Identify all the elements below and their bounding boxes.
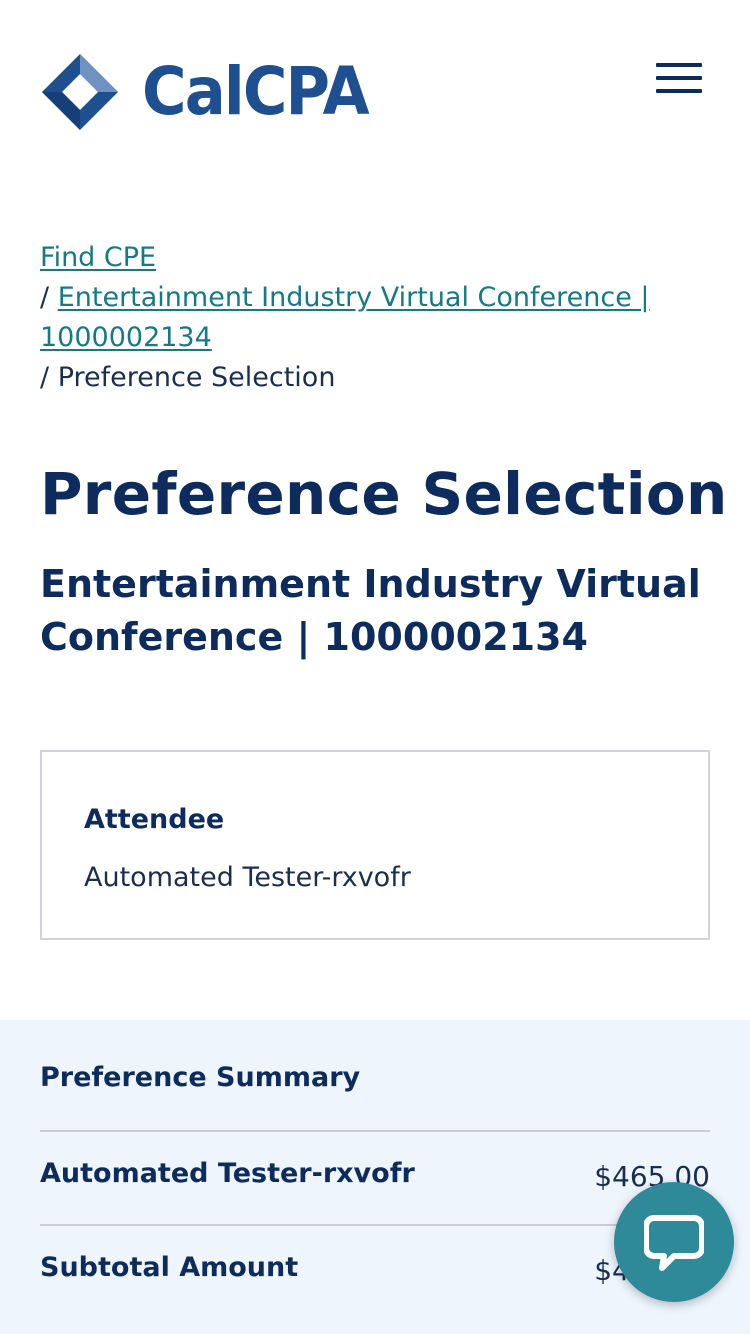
attendee-name: Automated Tester-rxvofr: [84, 862, 411, 893]
event-title: Entertainment Industry Virtual Conferenc…: [40, 562, 701, 659]
summary-row-attendee-label: Automated Tester-rxvofr: [40, 1158, 415, 1189]
breadcrumb-separator: /: [40, 362, 50, 393]
chat-button[interactable]: [614, 1182, 734, 1302]
summary-divider: [40, 1130, 710, 1132]
calcpa-logo[interactable]: CalCPA: [40, 52, 387, 132]
page-title: Preference Selection: [40, 460, 728, 528]
breadcrumb-current: Preference Selection: [57, 362, 336, 393]
chat-bubble-icon: [644, 1215, 704, 1271]
breadcrumb-separator: /: [40, 282, 50, 313]
calcpa-cube-icon: [42, 54, 118, 130]
attendee-label: Attendee: [84, 804, 225, 835]
breadcrumb-link-find-cpe[interactable]: Find CPE: [40, 242, 156, 273]
breadcrumb: Find CPE / Entertainment Industry Virtua…: [40, 238, 700, 398]
site-header: CalCPA: [0, 0, 750, 190]
summary-row-subtotal-label: Subtotal Amount: [40, 1252, 299, 1283]
logo-text: CalCPA: [142, 53, 370, 130]
hamburger-menu-icon[interactable]: [652, 60, 704, 100]
summary-divider: [40, 1224, 710, 1226]
summary-title: Preference Summary: [40, 1062, 361, 1093]
attendee-card: Attendee Automated Tester-rxvofr: [40, 750, 710, 940]
breadcrumb-link-event[interactable]: Entertainment Industry Virtual Conferenc…: [40, 282, 650, 353]
